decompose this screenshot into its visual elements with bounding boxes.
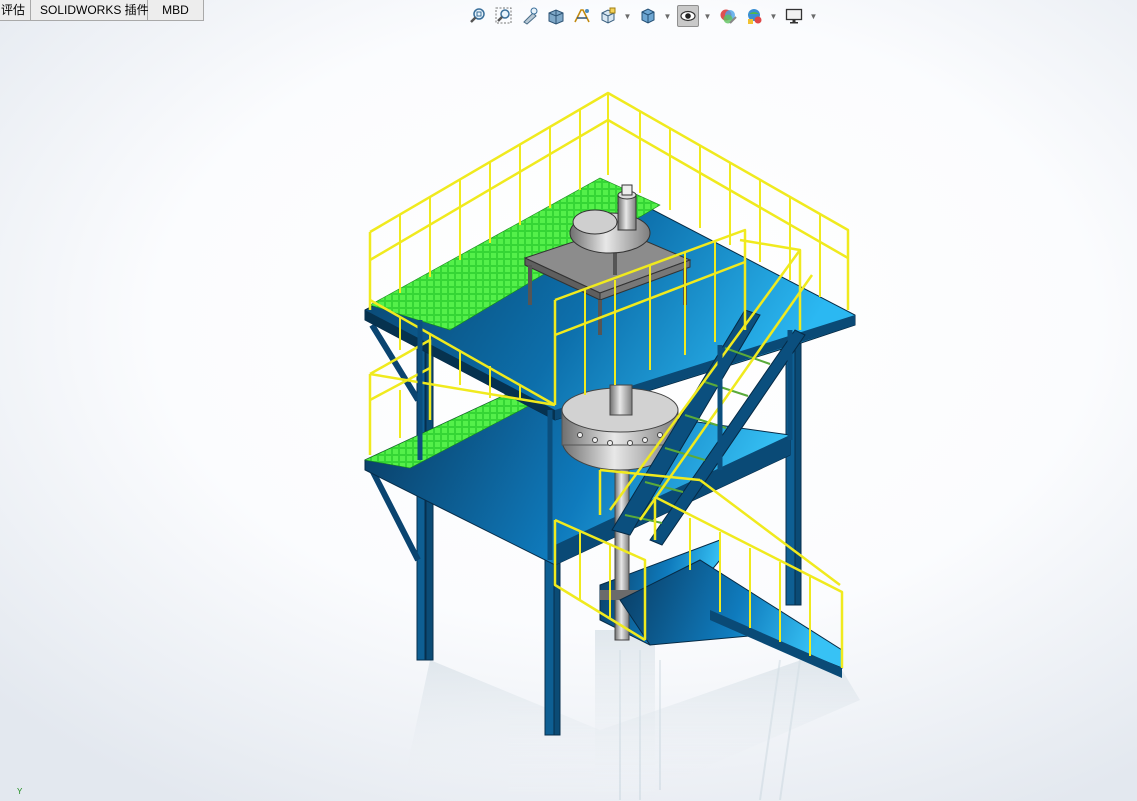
dynamic-annotation-button[interactable]	[571, 5, 593, 27]
hide-show-items-button[interactable]	[677, 5, 699, 27]
display-style-icon	[641, 8, 655, 24]
chevron-down-icon: ▼	[623, 11, 632, 21]
view-settings-icon	[785, 8, 803, 24]
apply-scene-dropdown[interactable]: ▼	[769, 5, 778, 27]
command-manager-tabs: 评估 SOLIDWORKS 插件 MBD	[0, 0, 204, 22]
section-view-button[interactable]	[545, 5, 567, 27]
hide-show-items-dropdown[interactable]: ▼	[703, 5, 712, 27]
chevron-down-icon: ▼	[663, 11, 672, 21]
triad-y-label: Y	[17, 787, 23, 796]
chevron-down-icon: ▼	[809, 11, 818, 21]
view-settings-button[interactable]	[783, 5, 805, 27]
previous-view-icon	[523, 7, 538, 25]
apply-scene-icon	[748, 9, 762, 24]
view-orientation-button[interactable]	[597, 5, 619, 27]
view-orientation-icon	[601, 7, 616, 24]
view-settings-dropdown[interactable]: ▼	[809, 5, 818, 27]
zoom-to-area-button[interactable]	[493, 5, 515, 27]
edit-appearance-button[interactable]	[717, 5, 739, 27]
edit-appearance-icon	[720, 9, 737, 24]
graphics-area-3d-model[interactable]	[0, 30, 1137, 801]
chevron-down-icon: ▼	[769, 11, 778, 21]
zoom-to-fit-button[interactable]	[467, 5, 489, 27]
tab-mbd[interactable]: MBD	[148, 0, 204, 21]
heads-up-view-toolbar: ▼ ▼ ▼ ▼ ▼	[467, 4, 823, 28]
floor-reflection	[400, 630, 860, 801]
zoom-to-fit-icon	[470, 8, 485, 23]
apply-scene-button[interactable]	[743, 5, 765, 27]
dynamic-annotation-icon	[574, 9, 590, 23]
display-style-button[interactable]	[637, 5, 659, 27]
tab-evaluate[interactable]: 评估	[0, 0, 31, 21]
display-style-dropdown[interactable]: ▼	[663, 5, 672, 27]
hide-show-items-icon	[680, 10, 696, 22]
reference-triad: Y	[17, 787, 22, 796]
view-orientation-dropdown[interactable]: ▼	[623, 5, 632, 27]
tab-solidworks-addins[interactable]: SOLIDWORKS 插件	[31, 0, 149, 21]
section-view-icon	[548, 9, 564, 25]
chevron-down-icon: ▼	[703, 11, 712, 21]
previous-view-button[interactable]	[519, 5, 541, 27]
zoom-to-area-icon	[495, 7, 512, 24]
